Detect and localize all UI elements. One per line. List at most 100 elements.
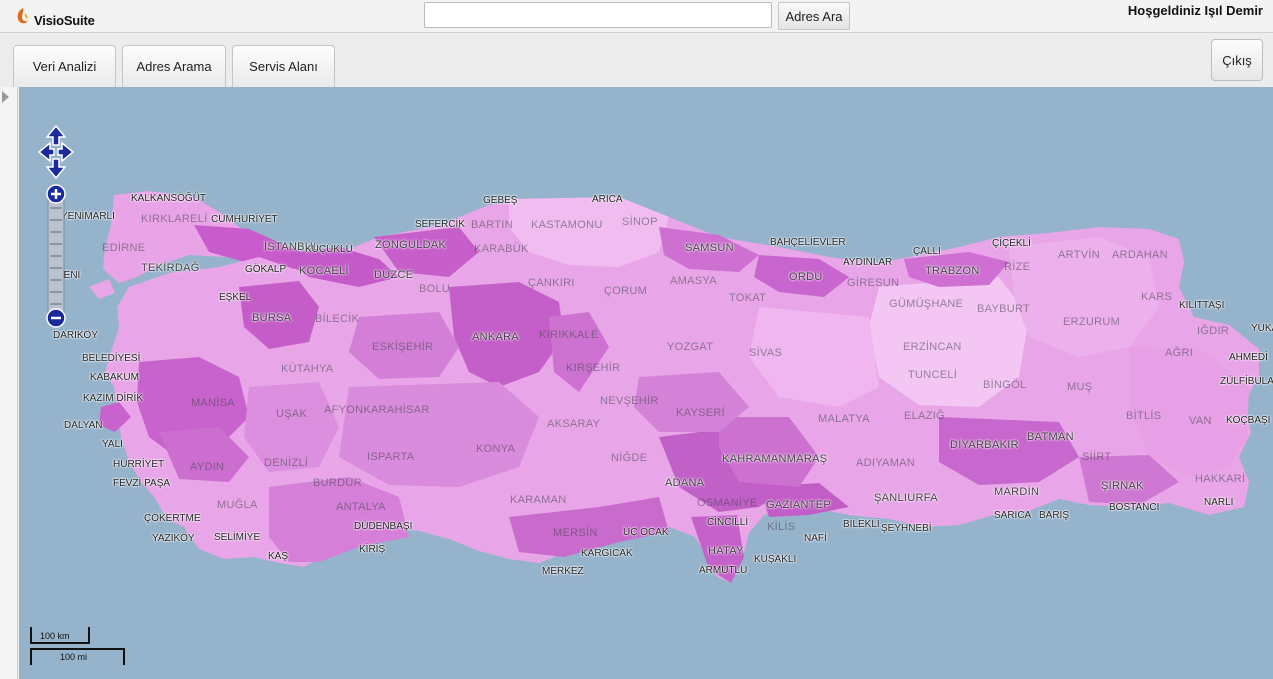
place-label: HÜRRİYET	[113, 459, 165, 470]
province-label: TOKAT	[729, 292, 767, 304]
logout-button[interactable]: Çıkış	[1211, 39, 1263, 81]
province-label: ESKİŞEHİR	[372, 341, 434, 353]
place-label: KILITTAŞI	[1179, 300, 1225, 311]
pan-left-icon	[38, 141, 55, 163]
province-label: KİLİS	[767, 521, 796, 533]
province-label: ZONGULDAK	[375, 239, 447, 251]
province-label: KÜTAHYA	[281, 363, 334, 375]
address-search-input[interactable]	[424, 2, 772, 28]
place-label: NAFİ	[804, 533, 827, 544]
province-label: KAYSERİ	[676, 407, 725, 419]
province-label: YOZGAT	[667, 341, 714, 353]
province-label: AKSARAY	[547, 418, 601, 430]
expand-arrow-icon[interactable]	[2, 91, 9, 103]
province-label: AYDIN	[190, 461, 225, 473]
province-label: ÇORUM	[604, 285, 648, 297]
province-label: BAYBURT	[977, 303, 1031, 315]
place-label: GEBEŞ	[483, 195, 518, 206]
place-label: YENİMARLI	[61, 211, 115, 222]
province-label: KARABÜK	[474, 243, 529, 255]
top-bar: VisioSuite Adres Ara Hoşgeldiniz Işıl De…	[0, 0, 1273, 33]
place-label: CİNCİLLİ	[707, 517, 749, 528]
province-label: ERZİNCAN	[903, 341, 962, 353]
province-label: NİĞDE	[611, 452, 648, 464]
province-label: BURDUR	[313, 477, 362, 489]
place-label: BAHÇELİEVLER	[770, 237, 846, 248]
app-logo[interactable]: VisioSuite	[14, 4, 95, 28]
place-label: KİRİŞ	[359, 544, 386, 555]
province-label: BİTLİS	[1126, 410, 1162, 422]
province-label: KONYA	[476, 443, 516, 455]
province-label: MUĞLA	[217, 499, 258, 511]
province-label: DENİZLİ	[264, 457, 309, 469]
province-label: ÇANKIRI	[528, 277, 575, 289]
province-label: GAZİANTEP	[766, 499, 832, 511]
province-label: AFYONKARAHİSAR	[324, 404, 430, 416]
side-panel-toggle[interactable]	[0, 87, 18, 679]
pan-right-icon	[57, 141, 74, 163]
tab-data-analysis[interactable]: Veri Analizi	[13, 45, 116, 87]
place-label: BİLEKLİ	[843, 519, 880, 530]
province-label: UŞAK	[276, 408, 308, 420]
province-label: ANKARA	[472, 331, 520, 343]
place-label: KABAKUM	[90, 372, 139, 383]
province-label: ŞIRNAK	[1101, 480, 1144, 492]
place-label: KAZIM DİRİK	[83, 393, 144, 404]
province-label: ORDU	[789, 271, 823, 283]
place-label: ZÜLFİBULAK	[1220, 376, 1273, 387]
place-label: SELİMİYE	[214, 532, 261, 543]
province-label: BURSA	[252, 312, 292, 324]
province-label: ARDAHAN	[1112, 249, 1168, 261]
place-label: MERKEZ	[542, 566, 584, 577]
place-label: BARIŞ	[1039, 510, 1070, 521]
pan-control[interactable]	[38, 125, 74, 179]
province-label: ISPARTA	[367, 451, 415, 463]
place-label: ÇİÇEKLİ	[992, 238, 1031, 249]
province-label: DİYARBAKIR	[950, 439, 1019, 451]
province-label: KARAMAN	[510, 494, 567, 506]
place-label: KALKANSÖĞÜT	[131, 193, 207, 204]
province-label: HAKKARİ	[1195, 473, 1246, 485]
province-label: IĞDIR	[1197, 325, 1230, 337]
tab-service-area[interactable]: Servis Alanı	[232, 45, 335, 87]
pan-up-icon	[45, 125, 67, 146]
province-label: SİİRT	[1082, 451, 1112, 463]
place-label: NARLI	[1204, 497, 1234, 508]
province-label: GİRESUN	[847, 277, 900, 289]
place-label: YUKARI	[1251, 323, 1273, 334]
place-label: SARICA	[994, 510, 1032, 521]
province-label: KOCAELİ	[299, 265, 349, 277]
place-label: CUMHURİYET	[211, 214, 278, 225]
pan-down-icon	[45, 158, 67, 179]
province-label: ANTALYA	[336, 501, 386, 513]
province-label: TRABZON	[925, 265, 980, 277]
province-label: ERZURUM	[1063, 316, 1121, 328]
province-label: MANİSA	[191, 397, 235, 409]
place-label: ARICA	[592, 194, 623, 205]
province-label: KASTAMONU	[531, 219, 603, 231]
tab-address-search[interactable]: Adres Arama	[122, 45, 226, 87]
province-label: ADANA	[665, 477, 705, 489]
place-label: KOÇBAŞI	[1226, 415, 1271, 426]
province-label: GÜMÜŞHANE	[889, 298, 964, 310]
zoom-slider[interactable]	[46, 184, 66, 330]
address-search-button[interactable]: Adres Ara	[778, 2, 850, 30]
place-label: KAŞ	[268, 551, 289, 562]
scale-bar: 100 km 100 mi	[28, 627, 138, 669]
place-label: SEFERCİK	[415, 219, 466, 230]
province-label: AMASYA	[670, 275, 717, 287]
place-label: AHMEDİ	[1229, 352, 1268, 363]
province-label: KIRKLARELİ	[141, 213, 208, 225]
place-label: DARIKÖY	[53, 330, 99, 341]
province-label: SİVAS	[749, 347, 783, 359]
province-label: KAHRAMANMARAŞ	[722, 453, 828, 465]
tab-bar: Veri Analizi Adres Arama Servis Alanı Çı…	[0, 34, 1273, 87]
province-label: ŞANLIURFA	[874, 492, 938, 504]
place-label: EŞKEL	[219, 292, 252, 303]
province-label: RİZE	[1004, 261, 1031, 273]
place-label: ARMUTLU	[699, 565, 748, 576]
region-gokceada	[89, 279, 115, 299]
province-label: BİNGÖL	[983, 379, 1027, 391]
map-view[interactable]: KIRKLARELİ EDİRNE TEKİRDAĞ İSTANBUL KOCA…	[19, 87, 1273, 679]
place-label: AYDINLAR	[843, 257, 893, 268]
